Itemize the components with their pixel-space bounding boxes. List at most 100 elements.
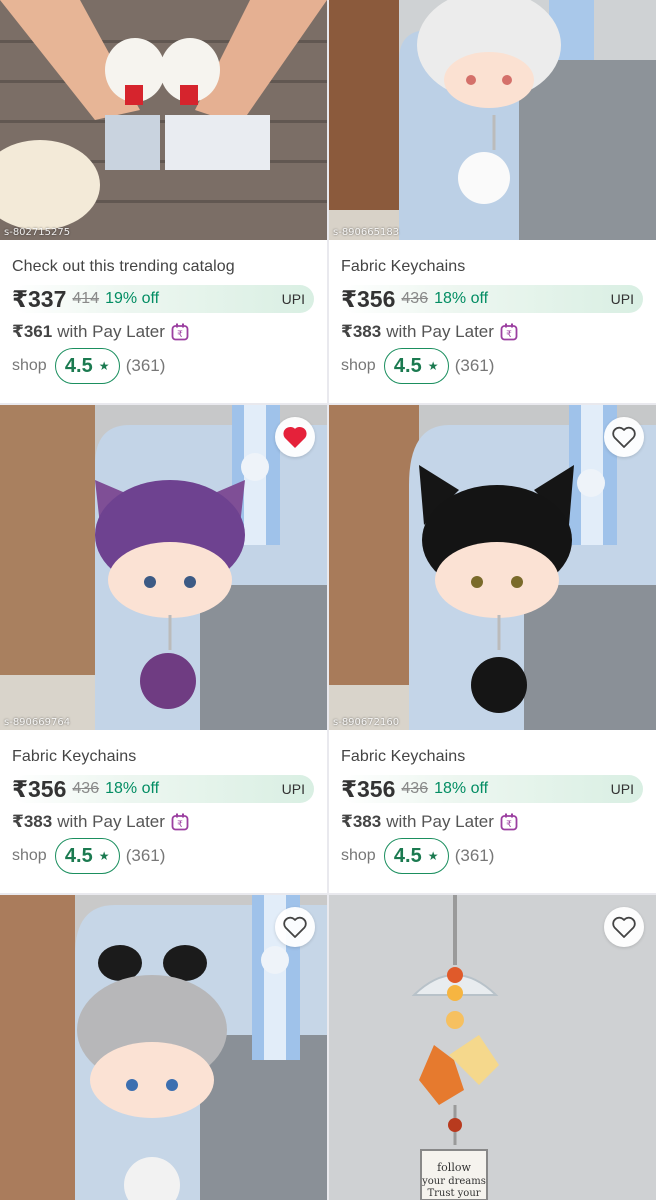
price-row: ₹356 436 18% off UPI xyxy=(341,284,644,314)
original-price: 436 xyxy=(401,290,429,307)
pay-later-amount: ₹383 xyxy=(341,322,382,341)
price: ₹356 xyxy=(12,775,67,802)
shop-label: shop xyxy=(12,357,47,374)
star-icon: ★ xyxy=(427,359,439,373)
upi-label: UPI xyxy=(281,781,305,797)
product-title: Fabric Keychains xyxy=(341,258,466,275)
rating-row: shop 4.5 ★ (361) xyxy=(341,838,644,874)
rating-badge: 4.5 ★ xyxy=(54,838,120,874)
wishlist-button[interactable] xyxy=(604,417,644,457)
price: ₹356 xyxy=(341,285,396,312)
pay-later-row: ₹383 with Pay Later ₹ xyxy=(341,322,644,342)
product-card[interactable]: s-802715275 Check out this trending cata… xyxy=(0,0,327,403)
rating-row: shop 4.5 ★ (361) xyxy=(12,348,315,384)
price-row: ₹356 436 18% off UPI xyxy=(12,774,315,804)
charm-text-line-1: follow xyxy=(437,1161,471,1174)
star-icon: ★ xyxy=(98,359,110,373)
product-image[interactable]: s-890672160 xyxy=(329,405,656,730)
pay-later-amount: ₹383 xyxy=(341,812,382,831)
product-info: Fabric Keychains ₹356 436 18% off UPI ₹3… xyxy=(329,730,656,874)
product-title: Fabric Keychains xyxy=(12,748,137,765)
rating-value: 4.5 xyxy=(64,844,93,867)
upi-label: UPI xyxy=(610,291,634,307)
product-image[interactable]: s-890665183 xyxy=(329,0,656,240)
product-card[interactable]: s-890665183 Fabric Keychains ₹356 436 18… xyxy=(329,0,656,403)
wishlist-button[interactable] xyxy=(275,907,315,947)
star-icon: ★ xyxy=(427,849,439,863)
charm-text-line-2: your dreams xyxy=(421,1176,486,1187)
price-row: ₹337 414 19% off UPI xyxy=(12,284,315,314)
pay-later-row: ₹361 with Pay Later ₹ xyxy=(12,322,315,342)
calendar-icon: ₹ xyxy=(171,813,189,831)
product-image[interactable] xyxy=(0,895,327,1200)
product-title: Fabric Keychains xyxy=(341,748,466,765)
product-info: Fabric Keychains ₹356 436 18% off UPI ₹3… xyxy=(329,240,656,384)
calendar-icon: ₹ xyxy=(500,813,518,831)
sku-code: s-890665183 xyxy=(333,227,400,238)
product-info: Fabric Keychains ₹356 436 18% off UPI ₹3… xyxy=(0,730,327,874)
original-price: 436 xyxy=(72,780,100,797)
price-row: ₹356 436 18% off UPI xyxy=(341,774,644,804)
price: ₹337 xyxy=(12,285,67,312)
pay-later-text: with Pay Later xyxy=(386,322,494,341)
sku-code: s-802715275 xyxy=(4,227,71,238)
product-image[interactable]: follow your dreams Trust your xyxy=(329,895,656,1200)
rating-count: (361) xyxy=(125,846,166,865)
charm-text-line-3: Trust your xyxy=(427,1188,480,1199)
rating-badge: 4.5 ★ xyxy=(383,348,449,384)
sku-code: s-890672160 xyxy=(333,717,400,728)
shop-label: shop xyxy=(341,847,376,864)
pay-later-text: with Pay Later xyxy=(57,812,165,831)
sku-code: s-890669764 xyxy=(4,717,71,728)
heart-icon xyxy=(612,426,636,448)
shop-label: shop xyxy=(341,357,376,374)
product-grid: s-802715275 Check out this trending cata… xyxy=(0,0,656,1200)
svg-text:₹: ₹ xyxy=(177,820,183,830)
pay-later-amount: ₹361 xyxy=(12,322,53,341)
rating-count: (361) xyxy=(125,356,166,375)
product-image[interactable]: s-802715275 xyxy=(0,0,327,240)
shop-label: shop xyxy=(12,847,47,864)
pay-later-row: ₹383 with Pay Later ₹ xyxy=(12,812,315,832)
rating-badge: 4.5 ★ xyxy=(54,348,120,384)
calendar-icon: ₹ xyxy=(500,323,518,341)
price: ₹356 xyxy=(341,775,396,802)
rating-badge: 4.5 ★ xyxy=(383,838,449,874)
discount-text: 19% off xyxy=(105,290,160,307)
rating-value: 4.5 xyxy=(393,354,422,377)
product-card[interactable]: follow your dreams Trust your xyxy=(329,895,656,1200)
product-title: Check out this trending catalog xyxy=(12,258,235,275)
discount-text: 18% off xyxy=(434,780,489,797)
svg-text:₹: ₹ xyxy=(177,330,183,340)
rating-value: 4.5 xyxy=(64,354,93,377)
heart-icon xyxy=(283,426,307,448)
svg-text:₹: ₹ xyxy=(506,330,512,340)
rating-row: shop 4.5 ★ (361) xyxy=(341,348,644,384)
discount-text: 18% off xyxy=(434,290,489,307)
product-info: Check out this trending catalog ₹337 414… xyxy=(0,240,327,384)
product-card[interactable] xyxy=(0,895,327,1200)
discount-text: 18% off xyxy=(105,780,160,797)
heart-icon xyxy=(612,916,636,938)
pay-later-text: with Pay Later xyxy=(386,812,494,831)
rating-count: (361) xyxy=(454,356,495,375)
pay-later-amount: ₹383 xyxy=(12,812,53,831)
original-price: 414 xyxy=(72,290,100,307)
star-icon: ★ xyxy=(98,849,110,863)
product-card[interactable]: s-890669764 Fabric Keychains ₹356 436 18… xyxy=(0,405,327,893)
rating-count: (361) xyxy=(454,846,495,865)
pay-later-row: ₹383 with Pay Later ₹ xyxy=(341,812,644,832)
wishlist-button[interactable] xyxy=(604,907,644,947)
product-card[interactable]: s-890672160 Fabric Keychains ₹356 436 18… xyxy=(329,405,656,893)
svg-text:₹: ₹ xyxy=(506,820,512,830)
original-price: 436 xyxy=(401,780,429,797)
rating-row: shop 4.5 ★ (361) xyxy=(12,838,315,874)
rating-value: 4.5 xyxy=(393,844,422,867)
pay-later-text: with Pay Later xyxy=(57,322,165,341)
upi-label: UPI xyxy=(610,781,634,797)
wishlist-button[interactable] xyxy=(275,417,315,457)
upi-label: UPI xyxy=(281,291,305,307)
heart-icon xyxy=(283,916,307,938)
product-image[interactable]: s-890669764 xyxy=(0,405,327,730)
calendar-icon: ₹ xyxy=(171,323,189,341)
